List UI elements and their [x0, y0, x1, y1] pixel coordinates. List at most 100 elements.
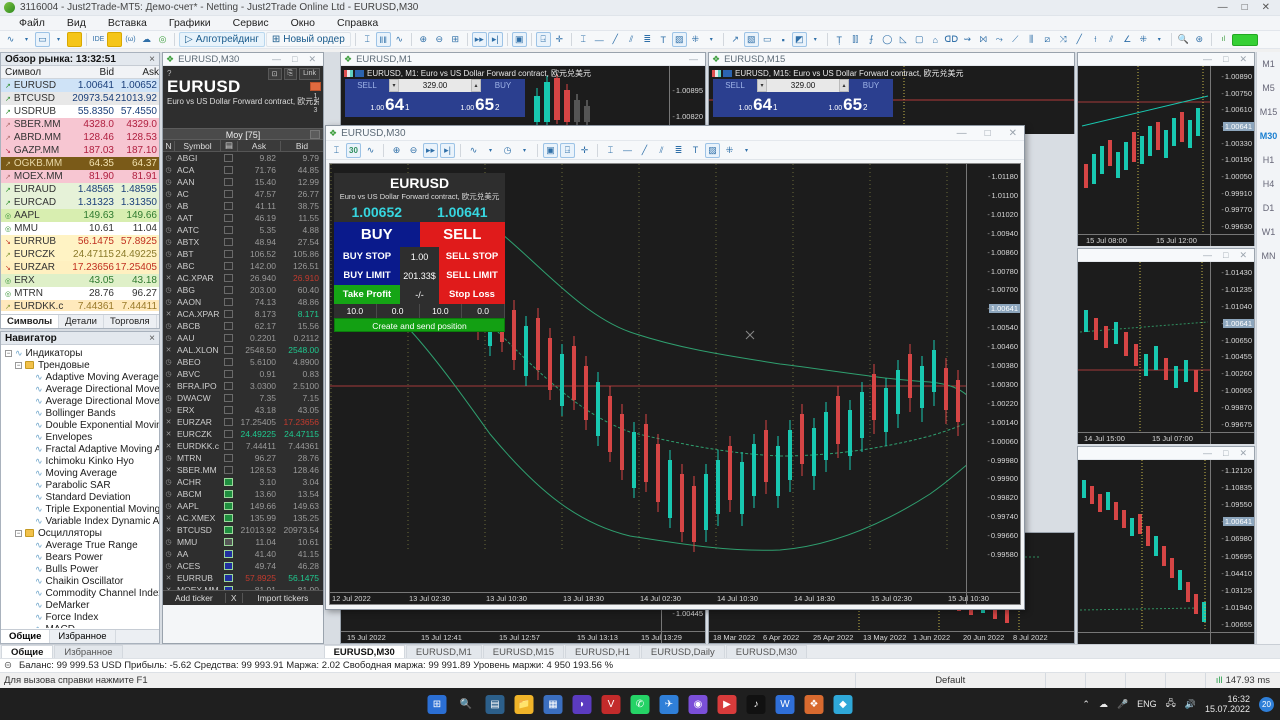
ticker-flag-icon[interactable]: [220, 538, 237, 546]
row-state-icon[interactable]: ✕: [163, 346, 174, 354]
timeframe-m1[interactable]: M1: [1257, 52, 1280, 76]
navigator-group[interactable]: − Трендовые: [1, 359, 159, 371]
ide-icon[interactable]: IDE: [91, 32, 106, 47]
crosshair-icon[interactable]: ✛: [552, 32, 567, 47]
expander-icon[interactable]: −: [15, 361, 22, 369]
angle-icon[interactable]: ∠: [1120, 32, 1135, 47]
cloud-icon[interactable]: ☁: [139, 32, 154, 47]
navigator-close-icon[interactable]: ×: [149, 333, 155, 344]
menu-charts[interactable]: Графики: [158, 17, 222, 29]
row-state-icon[interactable]: ◷: [163, 394, 174, 402]
market-watch-row[interactable]: ↘ GAZP.MM 187.03 187.10: [1, 144, 159, 157]
close-icon[interactable]: ✕: [308, 54, 316, 65]
ticker-flag-icon[interactable]: [220, 490, 237, 498]
market-watch-list[interactable]: ↗ EURUSD 1.00641 1.00652 ↗ BTCUSD 20973.54 2101…: [1, 79, 159, 311]
text-icon[interactable]: T: [656, 32, 671, 47]
maximize-icon[interactable]: □: [985, 128, 991, 139]
mt5-icon[interactable]: ❖: [804, 694, 824, 714]
one-click-trade-m15[interactable]: SELL ▾ 329.00 ▴ BUY 1.00 64 1 1.00 65 2: [713, 79, 893, 117]
sell-button[interactable]: SELL: [713, 79, 757, 92]
ticker-row[interactable]: ◷ AA 41.40 41.15: [163, 548, 323, 560]
navigator-item[interactable]: ∿ Moving Average: [1, 467, 159, 479]
chart-tab[interactable]: EURUSD,M15: [482, 645, 565, 658]
menu-view[interactable]: Вид: [56, 17, 97, 29]
cycle-lines-icon[interactable]: ⨍: [864, 32, 879, 47]
maximize-icon[interactable]: □: [1242, 2, 1248, 13]
ticker-flag-icon[interactable]: [220, 166, 237, 174]
task-view-icon[interactable]: ▤: [485, 694, 505, 714]
navigator-item[interactable]: ∿ Envelopes: [1, 431, 159, 443]
navigator-item[interactable]: ∿Average Directional Movement: [1, 383, 159, 395]
column-symbol[interactable]: Символ: [1, 67, 69, 78]
timeframe-m30[interactable]: M30: [1257, 124, 1280, 148]
ticker-row[interactable]: ✕ AAL.XLON 2548.50 2548.00: [163, 344, 323, 356]
ticker-flag-icon[interactable]: [220, 214, 237, 222]
ticker-flag-icon[interactable]: [220, 202, 237, 210]
whatsapp-icon[interactable]: ✆: [630, 694, 650, 714]
ticker-flag-icon[interactable]: [220, 430, 237, 438]
market-watch-row[interactable]: ↗ OGKB.MM 64.35 64.37: [1, 157, 159, 170]
zoom-out-icon[interactable]: ⊖: [406, 143, 421, 158]
ticker-flag-icon[interactable]: [220, 406, 237, 414]
ticker-flag-icon[interactable]: [220, 190, 237, 198]
ticker-flag-icon[interactable]: [220, 262, 237, 270]
row-state-icon[interactable]: ◷: [163, 202, 174, 210]
timeframe-h1[interactable]: H1: [1257, 148, 1280, 172]
navigator-item[interactable]: ∿ Fractal Adaptive Moving Av: [1, 443, 159, 455]
chart-m1-canvas[interactable]: EURUSD, M1: Euro vs US Dollar Forward co…: [341, 66, 705, 134]
shift-end-icon[interactable]: ▸▸: [471, 32, 487, 47]
ticker-row[interactable]: ✕ BTCUSD 21013.92 20973.54: [163, 524, 323, 536]
volume-input[interactable]: ▾ 329.00 ▴: [389, 79, 481, 92]
trendline-icon[interactable]: ╱: [637, 143, 652, 158]
label-icon[interactable]: ▪: [776, 32, 791, 47]
ticker-flag-icon[interactable]: [220, 322, 237, 330]
row-state-icon[interactable]: ✕: [163, 418, 174, 426]
col-symbol[interactable]: Symbol: [174, 140, 220, 151]
indicator-window-icon[interactable]: ▨: [705, 142, 720, 158]
tp-price-value[interactable]: 0.0: [377, 304, 420, 318]
autoscroll-icon[interactable]: ▸|: [487, 32, 503, 47]
market-watch-row[interactable]: ↗ ABRD.MM 128.46 128.53: [1, 131, 159, 144]
zoom-out-icon[interactable]: ⊖: [432, 32, 447, 47]
ticker-row[interactable]: ◷ DWACW 7.35 7.15: [163, 392, 323, 404]
taskbar-icons[interactable]: ⊞ 🔍 ▤ 📁 ▦ ◗ V ✆ ✈ ◉ ▶ ♪ W ❖ ◆: [427, 694, 853, 714]
horizontal-line-icon[interactable]: —: [620, 143, 635, 158]
ticker-flag-icon[interactable]: [220, 346, 237, 354]
timeframe-sidebar[interactable]: M1 M5 M15 M30 H1 H4 D1 W1 MN: [1256, 52, 1280, 644]
minimize-icon[interactable]: —: [1203, 54, 1212, 65]
buy-button[interactable]: BUY: [849, 79, 893, 92]
help-icon[interactable]: ⊛: [1192, 32, 1207, 47]
row-state-icon[interactable]: ✕: [163, 526, 174, 534]
trade-panel-values[interactable]: 10.0 0.0 10.0 0.0: [334, 304, 505, 318]
row-state-icon[interactable]: ✕: [163, 574, 174, 582]
profiles-dropdown-icon[interactable]: ▾: [51, 32, 66, 47]
notification-badge[interactable]: 20: [1259, 696, 1274, 712]
tab-row[interactable]: Общие Избранное EURUSD,M30 EURUSD,M1 EURUSD…: [0, 644, 1280, 658]
chart-br-xaxis[interactable]: 18 Mar 2022 6 Apr 2022 25 Apr 2022 13 May 2…: [709, 631, 1074, 643]
ticker-row[interactable]: ◷ ACHR 3.10 3.04: [163, 476, 323, 488]
row-state-icon[interactable]: ✕: [163, 430, 174, 438]
chart-tab[interactable]: EURUSD,Daily: [640, 645, 725, 658]
ticker-flag-icon[interactable]: [220, 226, 237, 234]
float-chart-toolbar[interactable]: ⌶ 30 ∿ ⊕ ⊖ ▸▸ ▸| ∿ ▾ ◷ ▾ ▣ ⍈ ✛ ⌶ — ╱ ⫽ ≣…: [326, 141, 1024, 160]
row-state-icon[interactable]: ◷: [163, 178, 174, 186]
navigator-item[interactable]: ∿ Chaikin Oscillator: [1, 575, 159, 587]
ticker-row[interactable]: ◷ ABGI 9.82 9.79: [163, 152, 323, 164]
bid-quote[interactable]: 1.00 64 1: [713, 95, 803, 115]
market-watch-row[interactable]: ◎ MTRN 28.76 96.27: [1, 287, 159, 300]
market-watch-tab[interactable]: Торговля: [104, 315, 157, 328]
market-watch-row[interactable]: ↘ EURRUB 56.1475 57.8925: [1, 235, 159, 248]
vps-icon[interactable]: ◎: [155, 32, 170, 47]
sell-limit-button[interactable]: SELL LIMIT: [439, 266, 505, 285]
one-click-trading-panel[interactable]: EURUSD Euro vs US Dollar Forward contrac…: [334, 173, 505, 332]
remove-ticker-button[interactable]: X: [224, 593, 243, 603]
ticker-row[interactable]: ◷ ABEO 5.6100 4.8900: [163, 356, 323, 368]
active-slot-icon[interactable]: [310, 82, 321, 91]
maximize-icon[interactable]: □: [292, 54, 297, 65]
rectangle-icon[interactable]: ▭: [760, 32, 775, 47]
maximize-icon[interactable]: □: [1223, 54, 1228, 65]
ticker-flag-icon[interactable]: [220, 274, 237, 282]
trendline-icon[interactable]: ╱: [608, 32, 623, 47]
menu-service[interactable]: Сервис: [222, 17, 280, 29]
market-watch-close-icon[interactable]: ×: [149, 54, 155, 65]
